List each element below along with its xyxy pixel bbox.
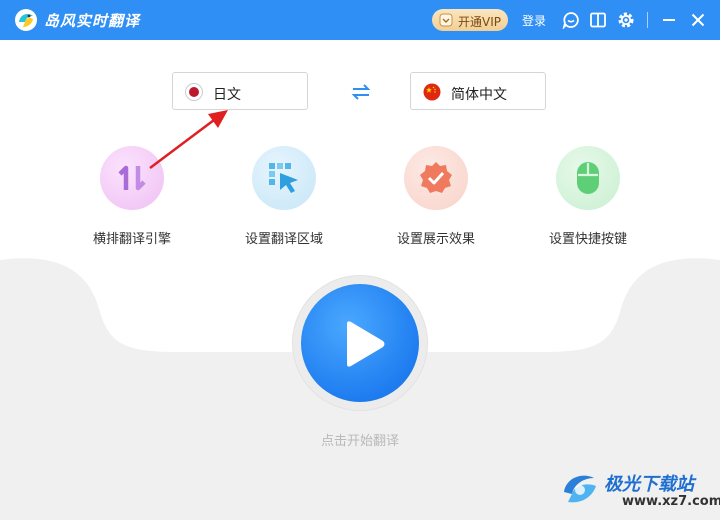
feature-circle (252, 146, 316, 210)
title-bar: 岛风实时翻译 开通VIP 登录 (0, 0, 720, 40)
feature-translate-area[interactable]: 设置翻译区域 (219, 146, 349, 247)
japan-flag-icon (185, 83, 203, 101)
vertical-arrows-icon (118, 165, 146, 191)
close-icon[interactable] (689, 11, 707, 29)
app-logo-icon (15, 9, 37, 31)
book-icon[interactable] (589, 11, 607, 29)
china-flag-icon (423, 83, 441, 101)
watermark: 极光下载站 www.xz7.com (560, 466, 720, 516)
play-icon (347, 321, 385, 367)
feature-label: 横排翻译引擎 (92, 232, 171, 247)
target-language-label: 简体中文 (451, 87, 507, 103)
app-title: 岛风实时翻译 (44, 12, 141, 30)
start-translate-button[interactable] (301, 284, 419, 402)
vip-crown-icon (439, 13, 453, 27)
area-select-icon (269, 163, 298, 193)
feature-circle (556, 146, 620, 210)
feature-label: 设置翻译区域 (244, 232, 323, 247)
feature-label: 设置展示效果 (396, 232, 475, 247)
login-link[interactable]: 登录 (522, 12, 546, 29)
feature-circle (100, 146, 164, 210)
mouse-icon (577, 162, 599, 194)
swap-arrows-icon[interactable] (350, 82, 372, 102)
badge-check-icon (420, 162, 452, 193)
vip-label: 开通VIP (458, 15, 501, 29)
watermark-logo-icon (564, 475, 596, 503)
titlebar-separator (647, 12, 648, 28)
source-language-select[interactable]: 日文 (172, 72, 308, 110)
feature-shortcut-keys[interactable]: 设置快捷按键 (523, 146, 653, 247)
minimize-icon[interactable] (660, 11, 678, 29)
target-language-select[interactable]: 简体中文 (410, 72, 546, 110)
feature-circle (404, 146, 468, 210)
vip-button[interactable]: 开通VIP (432, 9, 508, 31)
gear-icon[interactable] (617, 11, 635, 29)
feature-label: 设置快捷按键 (548, 232, 627, 247)
feature-display-effect[interactable]: 设置展示效果 (371, 146, 501, 247)
source-language-label: 日文 (213, 87, 241, 103)
watermark-title: 极光下载站 (604, 474, 694, 495)
feature-horizontal-engine[interactable]: 横排翻译引擎 (67, 146, 197, 247)
chat-icon[interactable] (562, 11, 580, 29)
watermark-url: www.xz7.com (622, 494, 720, 509)
start-translate-label: 点击开始翻译 (320, 434, 399, 449)
